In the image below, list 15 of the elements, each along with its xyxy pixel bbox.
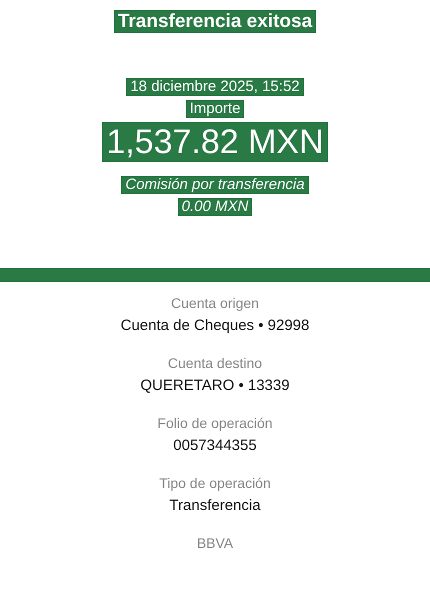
transfer-date: 18 diciembre 2025, 15:52: [126, 78, 304, 96]
fee-value: 0.00 MXN: [178, 198, 252, 216]
detail-label: Folio de operación: [157, 414, 273, 432]
detail-value: 0057344355: [173, 436, 257, 456]
fee-label: Comisión por transferencia: [121, 176, 309, 194]
detail-value: QUERETARO • 13339: [140, 376, 290, 396]
detail-label: BBVA: [196, 534, 234, 552]
detail-value: Transferencia: [169, 496, 261, 516]
detail-label: Tipo de operación: [159, 474, 271, 492]
detail-label: Cuenta origen: [171, 294, 259, 312]
detail-label: Cuenta destino: [168, 354, 262, 372]
detail-value: Cuenta de Cheques • 92998: [120, 316, 310, 336]
amount-value: 1,537.82 MXN: [102, 122, 328, 162]
amount-label: Importe: [186, 100, 244, 118]
page-title: Transferencia exitosa: [114, 10, 316, 33]
